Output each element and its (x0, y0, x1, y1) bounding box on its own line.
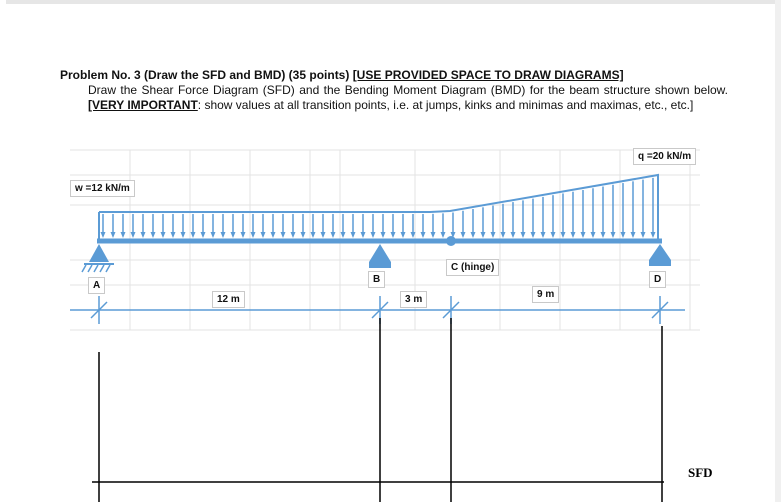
load-right-label: q =20 kN/m (633, 148, 697, 165)
load-arrow-head (330, 232, 336, 238)
load-arrow-head (570, 232, 576, 238)
span-bc-label: 3 m (400, 291, 428, 308)
load-arrow-head (310, 232, 316, 238)
sfd-frame (92, 318, 664, 502)
support-d-label: D (649, 271, 667, 288)
load-arrow-head (190, 232, 196, 238)
load-left-label: w =12 kN/m (70, 180, 135, 197)
load-arrow-head (650, 232, 656, 238)
load-arrow-head (500, 232, 506, 238)
load-arrow-head (420, 232, 426, 238)
load-arrows (100, 177, 656, 238)
sfd-label: SFD (688, 465, 713, 480)
load-arrow-head (200, 232, 206, 238)
span-cd-label: 9 m (532, 286, 560, 303)
load-arrow-head (610, 232, 616, 238)
support-b-label: B (368, 271, 386, 288)
load-arrow-head (600, 232, 606, 238)
load-arrow-head (370, 232, 376, 238)
load-arrow-head (630, 232, 636, 238)
load-arrow-head (460, 232, 466, 238)
load-arrow-head (620, 232, 626, 238)
load-arrow-head (230, 232, 236, 238)
load-arrow-head (540, 232, 546, 238)
load-arrow-head (470, 232, 476, 238)
load-arrow-head (100, 232, 106, 238)
support-a-pin-icon (81, 244, 114, 273)
load-arrow-head (350, 232, 356, 238)
load-arrow-head (280, 232, 286, 238)
support-d-roller-icon (649, 244, 671, 266)
hinge-c-icon (446, 236, 456, 246)
beam-figure (70, 149, 700, 502)
load-arrow-head (560, 232, 566, 238)
load-arrow-head (170, 232, 176, 238)
load-arrow-head (490, 232, 496, 238)
load-arrow-head (220, 232, 226, 238)
load-arrow-head (300, 232, 306, 238)
load-arrow-head (260, 232, 266, 238)
load-arrow-head (130, 232, 136, 238)
load-arrow-head (640, 232, 646, 238)
load-arrow-head (400, 232, 406, 238)
load-arrow-head (320, 232, 326, 238)
load-arrow-head (380, 232, 386, 238)
load-arrow-head (390, 232, 396, 238)
support-b-roller-icon (369, 244, 391, 268)
load-arrow-head (210, 232, 216, 238)
load-arrow-head (240, 232, 246, 238)
load-arrow-head (550, 232, 556, 238)
load-arrow-head (250, 232, 256, 238)
load-arrow-head (340, 232, 346, 238)
load-arrow-head (520, 232, 526, 238)
load-arrow-head (590, 232, 596, 238)
support-a-label: A (88, 277, 106, 294)
load-arrow-head (180, 232, 186, 238)
load-arrow-head (430, 232, 436, 238)
load-arrow-head (120, 232, 126, 238)
load-arrow-head (140, 232, 146, 238)
load-arrow-head (290, 232, 296, 238)
load-arrow-head (110, 232, 116, 238)
load-arrow-head (150, 232, 156, 238)
load-arrow-head (580, 232, 586, 238)
load-arrow-head (270, 232, 276, 238)
load-arrow-head (440, 232, 446, 238)
load-arrow-head (510, 232, 516, 238)
hinge-c-label: C (hinge) (446, 259, 500, 276)
load-arrow-head (480, 232, 486, 238)
load-arrow-head (360, 232, 366, 238)
load-arrow-head (530, 232, 536, 238)
span-ab-label: 12 m (212, 291, 245, 308)
load-arrow-head (160, 232, 166, 238)
page: Problem No. 3 (Draw the SFD and BMD) (35… (0, 0, 783, 502)
